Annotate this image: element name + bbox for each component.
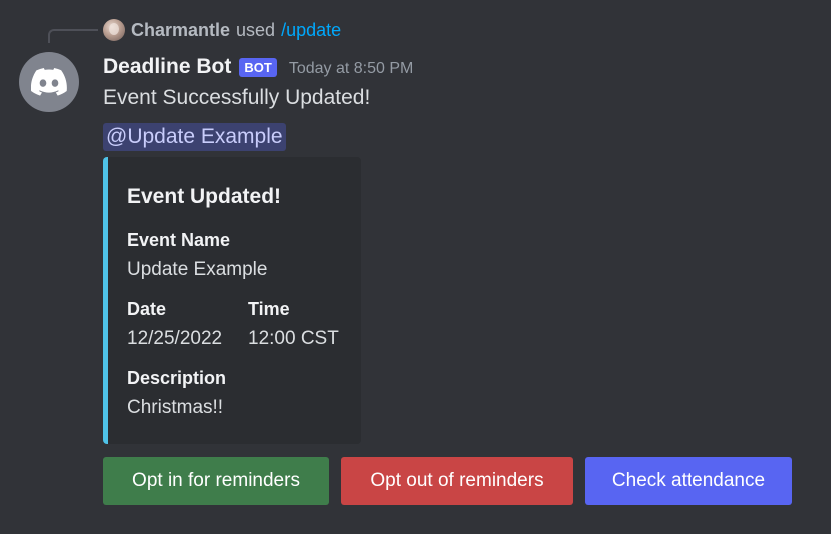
opt-out-reminders-button[interactable]: Opt out of reminders: [341, 457, 573, 505]
message-header: Deadline Bot BOT Today at 8:50 PM: [103, 52, 413, 82]
command-reply-header: Charmantle used /update: [103, 18, 341, 42]
field-value-time: 12:00 CST: [248, 328, 339, 349]
event-embed: Event Updated! Event Name Update Example…: [103, 157, 361, 444]
field-name-date: Date: [127, 299, 167, 319]
bot-tag-badge: BOT: [239, 57, 277, 77]
field-value-event-name: Update Example: [127, 259, 268, 280]
embed-title: Event Updated!: [127, 185, 282, 208]
field-value-description: Christmas!!: [127, 397, 224, 418]
field-name-event-name: Event Name: [127, 230, 231, 250]
discord-logo-icon: [31, 68, 67, 96]
field-name-time: Time: [248, 299, 290, 319]
reply-connector: [48, 29, 98, 43]
field-value-date: 12/25/2022: [127, 328, 223, 349]
message-timestamp[interactable]: Today at 8:50 PM: [289, 60, 414, 78]
check-attendance-button[interactable]: Check attendance: [585, 457, 792, 505]
reply-username[interactable]: Charmantle: [131, 20, 230, 41]
field-name-description: Description: [127, 368, 227, 388]
message-container: Charmantle used /update Deadline Bot BOT…: [0, 0, 831, 534]
reply-used-text: used: [236, 19, 276, 40]
action-buttons-row: Opt in for reminders Opt out of reminder…: [103, 457, 792, 505]
bot-username[interactable]: Deadline Bot: [103, 55, 231, 79]
role-mention[interactable]: @Update Example: [103, 123, 286, 151]
embed-accent-bar: [103, 157, 108, 444]
user-avatar-icon[interactable]: [103, 19, 125, 41]
slash-command-link[interactable]: /update: [281, 20, 341, 41]
bot-avatar[interactable]: [19, 52, 79, 112]
message-content: Event Successfully Updated!: [103, 86, 371, 109]
opt-in-reminders-button[interactable]: Opt in for reminders: [103, 457, 329, 505]
